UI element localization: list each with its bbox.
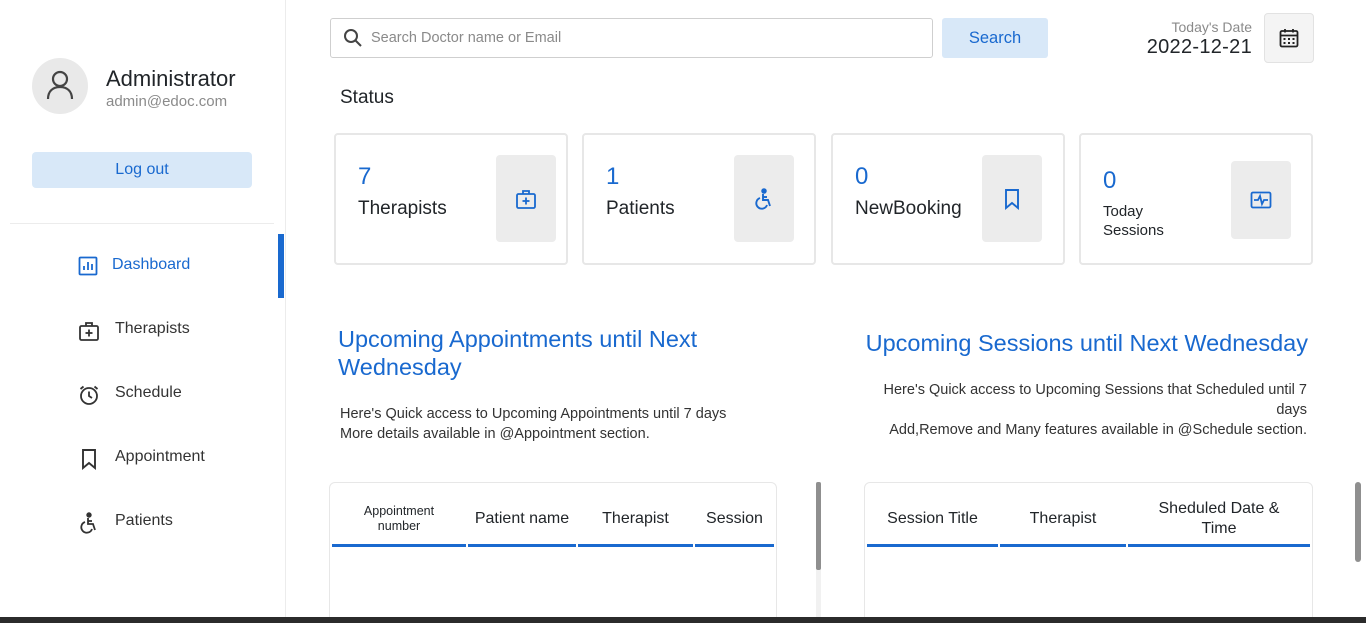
active-indicator bbox=[278, 234, 284, 298]
stat-label-line: Today bbox=[1103, 203, 1144, 220]
search-icon bbox=[343, 28, 363, 53]
sessions-desc-line: days bbox=[1276, 402, 1307, 418]
admin-dashboard: Administrator admin@edoc.com Log out Das… bbox=[0, 0, 1366, 623]
stat-icon-box bbox=[1231, 161, 1291, 239]
appointments-scroll-thumb[interactable] bbox=[816, 482, 821, 570]
todays-date-value: 2022-12-21 bbox=[1146, 36, 1252, 58]
stat-label: Therapists bbox=[358, 198, 447, 219]
stat-label-line: Sessions bbox=[1103, 222, 1164, 239]
search-button[interactable]: Search bbox=[942, 18, 1048, 58]
sidebar-item-appointment[interactable]: Appointment bbox=[0, 426, 286, 490]
sidebar-item-patients[interactable]: Patients bbox=[0, 490, 286, 554]
calendar-icon bbox=[1279, 29, 1299, 48]
sidebar-divider bbox=[10, 223, 274, 224]
table-header-session: Session bbox=[695, 493, 774, 547]
stat-card-patients[interactable]: 1 Patients bbox=[582, 133, 816, 265]
user-icon bbox=[46, 70, 74, 100]
profile-block: Administrator admin@edoc.com bbox=[32, 58, 272, 118]
bottom-edge bbox=[0, 617, 1366, 623]
appointments-table: Appointment number Patient name Therapis… bbox=[329, 482, 777, 623]
sessions-table: Session Title Therapist Sheduled Date & … bbox=[864, 482, 1313, 623]
calendar-button[interactable] bbox=[1264, 13, 1314, 63]
table-header-therapist: Therapist bbox=[578, 493, 693, 547]
logout-button[interactable]: Log out bbox=[32, 152, 252, 188]
medical-bag-icon bbox=[78, 320, 100, 342]
appointments-desc-line: Here's Quick access to Upcoming Appointm… bbox=[340, 406, 727, 422]
table-header-appointment-number: Appointment number bbox=[332, 493, 466, 547]
search-field[interactable] bbox=[330, 18, 933, 58]
sidebar: Administrator admin@edoc.com Log out Das… bbox=[0, 0, 286, 623]
sidebar-item-label: Patients bbox=[115, 512, 173, 529]
sidebar-item-label: Appointment bbox=[115, 448, 205, 465]
table-header-patient-name: Patient name bbox=[468, 493, 576, 547]
stat-card-today-sessions[interactable]: 0 Today Sessions bbox=[1079, 133, 1313, 265]
stat-count: 0 bbox=[1103, 167, 1117, 194]
table-header-scheduled-date-time: Sheduled Date & Time bbox=[1128, 493, 1310, 547]
bookmark-icon bbox=[78, 448, 100, 471]
sessions-description: Here's Quick access to Upcoming Sessions… bbox=[884, 380, 1307, 440]
stat-icon-box bbox=[982, 155, 1042, 242]
sidebar-item-label: Therapists bbox=[115, 320, 190, 337]
profile-name: Administrator bbox=[106, 66, 236, 91]
search-input[interactable] bbox=[371, 19, 921, 57]
stat-count: 1 bbox=[606, 163, 620, 190]
stat-icon-box bbox=[734, 155, 794, 242]
stat-count: 7 bbox=[358, 163, 372, 190]
sessions-desc-line: Add,Remove and Many features available i… bbox=[889, 422, 1307, 438]
alarm-clock-icon bbox=[78, 384, 100, 406]
stat-icon-box bbox=[496, 155, 556, 242]
appointments-heading-line: Upcoming Appointments until Next bbox=[338, 326, 698, 352]
sidebar-item-dashboard[interactable]: Dashboard bbox=[0, 234, 286, 298]
status-heading: Status bbox=[340, 87, 394, 108]
appointments-desc-line: More details available in @Appointment s… bbox=[340, 426, 650, 442]
stat-label: Patients bbox=[606, 198, 675, 219]
stat-card-new-booking[interactable]: 0 NewBooking bbox=[831, 133, 1065, 265]
stat-count: 0 bbox=[855, 163, 869, 190]
stat-label: Today Sessions bbox=[1103, 202, 1164, 240]
session-pulse-icon bbox=[1250, 191, 1272, 209]
sessions-desc-line: Here's Quick access to Upcoming Sessions… bbox=[883, 382, 1307, 398]
medical-bag-icon bbox=[516, 190, 536, 209]
page-scrollbar-thumb[interactable] bbox=[1355, 482, 1361, 562]
appointments-description: Here's Quick access to Upcoming Appointm… bbox=[340, 404, 726, 444]
avatar bbox=[32, 58, 88, 114]
bookmark-icon bbox=[1005, 189, 1019, 210]
profile-email: admin@edoc.com bbox=[106, 93, 228, 110]
dashboard-icon bbox=[78, 256, 100, 278]
wheelchair-icon bbox=[755, 188, 771, 210]
wheelchair-icon bbox=[78, 512, 100, 534]
stat-card-therapists[interactable]: 7 Therapists bbox=[334, 133, 568, 265]
stat-label: NewBooking bbox=[855, 198, 962, 219]
appointments-heading-line: Wednesday bbox=[338, 354, 462, 380]
sidebar-item-schedule[interactable]: Schedule bbox=[0, 362, 286, 426]
sessions-heading: Upcoming Sessions until Next Wednesday bbox=[865, 330, 1308, 356]
sidebar-item-label: Schedule bbox=[115, 384, 182, 401]
appointments-heading: Upcoming Appointments until Next Wednesd… bbox=[338, 325, 697, 381]
sidebar-item-therapists[interactable]: Therapists bbox=[0, 298, 286, 362]
todays-date-label: Today's Date bbox=[1171, 19, 1253, 35]
sidebar-item-label: Dashboard bbox=[112, 256, 191, 273]
table-header-session-title: Session Title bbox=[867, 493, 998, 547]
table-header-therapist: Therapist bbox=[1000, 493, 1126, 547]
